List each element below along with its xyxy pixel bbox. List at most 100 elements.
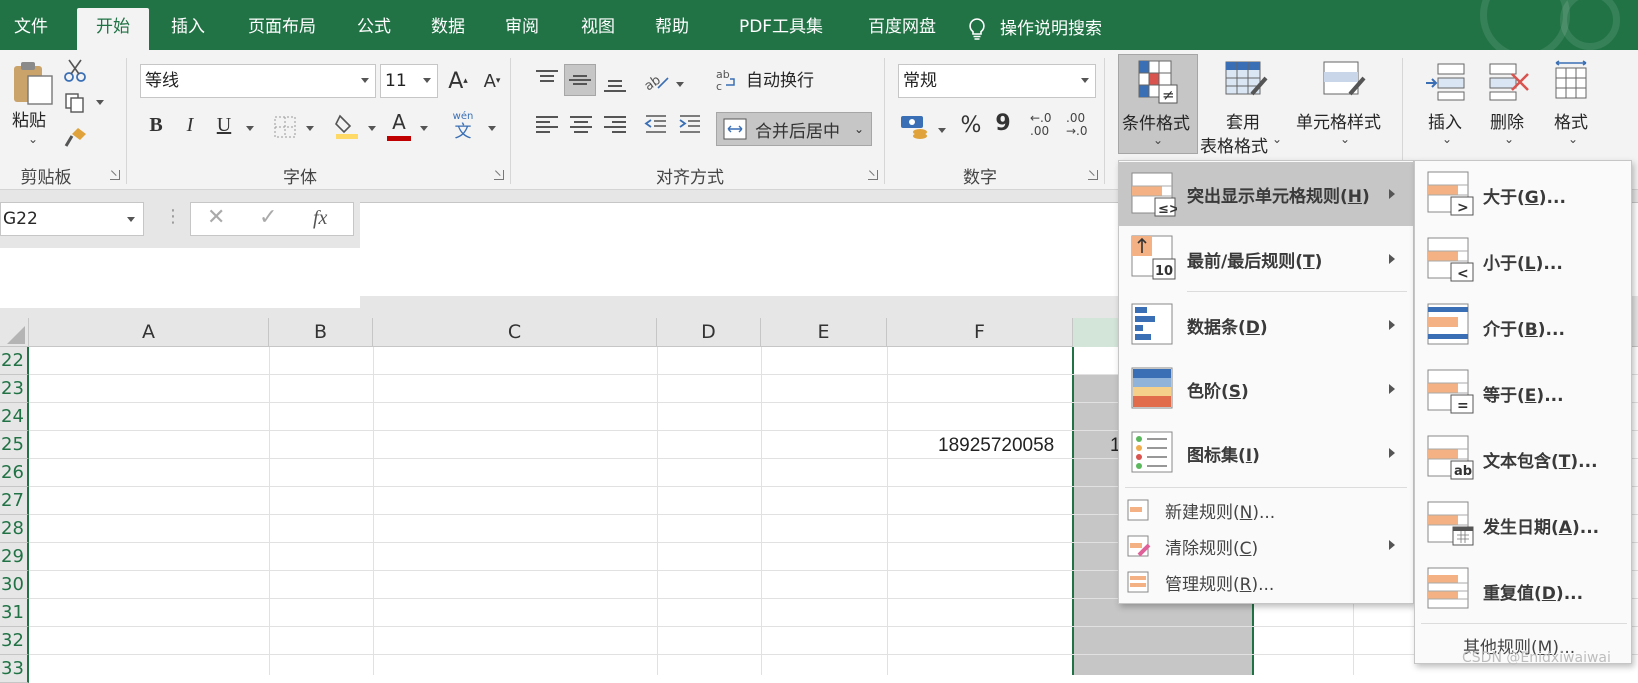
submenu-item-between[interactable]: 介于(B)... — [1415, 293, 1631, 359]
conditional-formatting-button[interactable]: ≠ 条件格式 ⌄ — [1118, 54, 1198, 154]
grow-font-button[interactable]: A ▴ — [444, 66, 472, 96]
cut-icon[interactable] — [64, 58, 86, 82]
phonetic-guide-button[interactable]: wén 文 — [450, 112, 476, 143]
tab-file[interactable]: 文件 — [0, 8, 62, 50]
fill-color-icon[interactable] — [334, 112, 360, 140]
row-header[interactable]: 33 — [0, 655, 29, 683]
underline-dropdown-caret[interactable] — [246, 126, 254, 131]
select-all-button[interactable] — [0, 318, 29, 347]
phonetic-dropdown-caret[interactable] — [488, 126, 496, 131]
tab-data[interactable]: 数据 — [420, 8, 476, 50]
tab-formulas[interactable]: 公式 — [346, 8, 402, 50]
bold-button[interactable]: B — [142, 110, 170, 140]
row-header[interactable]: 25 — [0, 431, 29, 459]
menu-item-new-rule[interactable]: 新建规则(N)... — [1119, 491, 1413, 527]
font-size-combo[interactable]: 11 — [380, 64, 438, 98]
tell-me-search[interactable]: 操作说明搜索 — [968, 8, 1128, 50]
font-launcher[interactable] — [494, 170, 504, 180]
menu-item-clear-rules[interactable]: 清除规则(C) — [1119, 527, 1413, 563]
tab-pdf-tools[interactable]: PDF工具集 — [726, 8, 836, 50]
submenu-item-duplicate-values[interactable]: 重复值(D)... — [1415, 557, 1631, 623]
merge-center-button[interactable]: 合并后居中 ⌄ — [716, 112, 872, 146]
submenu-item-greater-than[interactable]: > 大于(G)... — [1415, 161, 1631, 227]
clipboard-launcher[interactable] — [110, 170, 120, 180]
font-color-dropdown-caret[interactable] — [420, 126, 428, 131]
copy-dropdown-caret[interactable] — [96, 100, 104, 105]
shrink-font-button[interactable]: A ▾ — [478, 66, 506, 96]
border-icon[interactable] — [274, 116, 296, 138]
percent-button[interactable]: % — [956, 110, 986, 140]
align-center-icon[interactable] — [570, 116, 592, 133]
wrap-text-button[interactable]: ab c 自动换行 — [716, 66, 814, 92]
tab-baidu-netdisk[interactable]: 百度网盘 — [852, 8, 952, 50]
paste-dropdown-chevron[interactable]: ⌄ — [28, 132, 38, 146]
delete-cells-button[interactable]: 删除 ⌄ — [1478, 54, 1538, 154]
top-align-icon[interactable] — [536, 70, 558, 86]
column-header-e[interactable]: E — [761, 318, 887, 347]
row-header[interactable]: 29 — [0, 543, 29, 571]
decrease-decimal-button[interactable]: .00 →.0 — [1066, 112, 1096, 138]
column-header-c[interactable]: C — [373, 318, 657, 347]
alignment-launcher[interactable] — [868, 170, 878, 180]
menu-item-data-bars[interactable]: 数据条(D) — [1119, 293, 1413, 357]
tab-insert[interactable]: 插入 — [160, 8, 216, 50]
orientation-icon[interactable]: ab — [644, 68, 670, 92]
format-cells-button[interactable]: 格式 ⌄ — [1540, 54, 1604, 154]
format-painter-icon[interactable] — [64, 126, 88, 148]
confirm-icon[interactable]: ✓ — [259, 205, 277, 230]
cell-f25[interactable]: 18925720058 — [938, 435, 1054, 457]
comma-style-button[interactable]: 9 — [992, 108, 1014, 138]
chevron-down-icon[interactable] — [1081, 78, 1089, 83]
column-header-b[interactable]: B — [269, 318, 373, 347]
menu-item-color-scales[interactable]: 色阶(S) — [1119, 357, 1413, 421]
middle-align-button[interactable] — [564, 64, 596, 96]
bottom-align-icon[interactable] — [604, 74, 626, 92]
row-header[interactable]: 26 — [0, 459, 29, 487]
number-format-combo[interactable]: 常规 — [898, 64, 1096, 98]
copy-icon[interactable] — [64, 92, 86, 114]
font-color-button[interactable]: A — [386, 108, 412, 136]
menu-item-icon-sets[interactable]: 图标集(I) — [1119, 421, 1413, 485]
paste-button-label[interactable]: 粘贴 — [12, 106, 46, 131]
currency-dropdown-caret[interactable] — [938, 128, 946, 133]
format-as-table-button[interactable]: 套用 表格格式 ⌄ — [1200, 54, 1286, 157]
chevron-down-icon[interactable] — [423, 78, 431, 83]
underline-button[interactable]: U — [210, 110, 238, 140]
submenu-item-less-than[interactable]: < 小于(L)... — [1415, 227, 1631, 293]
submenu-item-text-contains[interactable]: ab 文本包含(T)... — [1415, 425, 1631, 491]
increase-indent-icon[interactable] — [678, 114, 702, 136]
name-box[interactable]: G22 — [0, 202, 144, 236]
submenu-item-date-occurring[interactable]: 发生日期(A)... — [1415, 491, 1631, 557]
row-header[interactable]: 30 — [0, 571, 29, 599]
row-header[interactable]: 22 — [0, 347, 29, 375]
decrease-indent-icon[interactable] — [644, 114, 668, 136]
column-header-a[interactable]: A — [29, 318, 269, 347]
row-header[interactable]: 27 — [0, 487, 29, 515]
row-header[interactable]: 28 — [0, 515, 29, 543]
tab-review[interactable]: 审阅 — [494, 8, 550, 50]
tab-view[interactable]: 视图 — [570, 8, 626, 50]
italic-button[interactable]: I — [176, 110, 204, 140]
chevron-down-icon[interactable] — [127, 217, 135, 222]
cancel-icon[interactable]: ✕ — [207, 205, 225, 230]
submenu-item-equal-to[interactable]: = 等于(E)... — [1415, 359, 1631, 425]
column-header-d[interactable]: D — [657, 318, 761, 347]
menu-item-highlight-cells-rules[interactable]: ≤> 突出显示单元格规则(H) — [1119, 162, 1413, 226]
chevron-down-icon[interactable] — [361, 78, 369, 83]
row-header[interactable]: 23 — [0, 375, 29, 403]
insert-function-button[interactable]: fx — [313, 207, 327, 230]
align-left-icon[interactable] — [536, 116, 558, 133]
orientation-dropdown-caret[interactable] — [676, 82, 684, 87]
more-options-icon[interactable]: ⋮ — [164, 208, 182, 226]
menu-item-top-bottom-rules[interactable]: 10 最前/最后规则(T) — [1119, 227, 1413, 291]
chevron-down-icon[interactable]: ⌄ — [854, 122, 864, 136]
tab-home[interactable]: 开始 — [77, 8, 149, 50]
border-dropdown-caret[interactable] — [306, 126, 314, 131]
row-header[interactable]: 32 — [0, 627, 29, 655]
tab-page-layout[interactable]: 页面布局 — [232, 8, 332, 50]
tab-help[interactable]: 帮助 — [644, 8, 700, 50]
row-header[interactable]: 24 — [0, 403, 29, 431]
align-right-icon[interactable] — [604, 116, 626, 133]
insert-cells-button[interactable]: 插入 ⌄ — [1416, 54, 1476, 154]
row-header[interactable]: 31 — [0, 599, 29, 627]
